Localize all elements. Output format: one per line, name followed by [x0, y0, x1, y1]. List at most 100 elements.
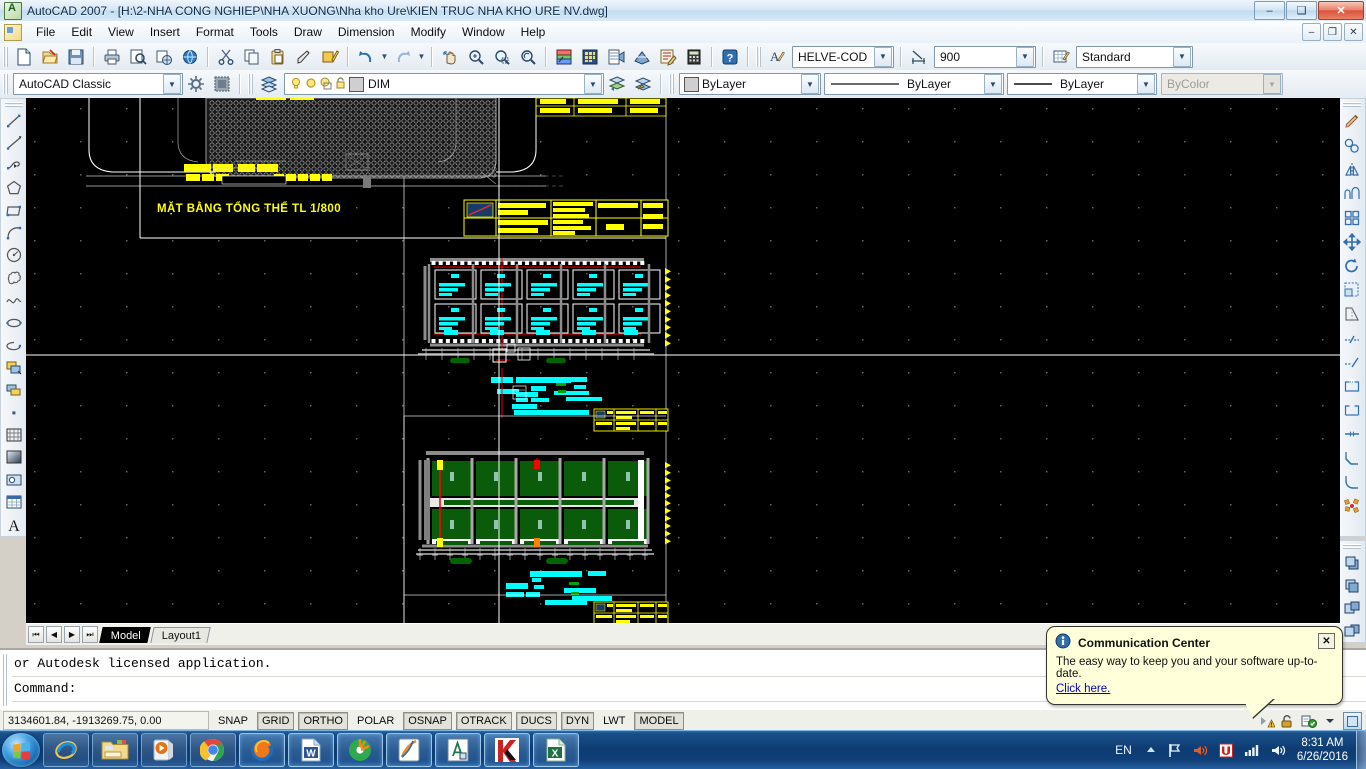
3dorbit-globe-icon[interactable] — [178, 45, 202, 69]
windows-explorer-icon[interactable] — [92, 733, 138, 767]
insert-block-icon[interactable] — [2, 356, 26, 378]
bring-to-front-icon[interactable] — [1340, 552, 1364, 575]
trim-icon[interactable] — [1340, 326, 1364, 350]
freeze-viewport-icon[interactable] — [319, 76, 333, 93]
snap-toggle[interactable]: SNAP — [213, 712, 253, 730]
multiline-text-icon[interactable]: A — [2, 514, 26, 536]
kaspersky-icon[interactable] — [484, 733, 530, 767]
dim-style-combo[interactable]: 900 ▼ — [934, 45, 1036, 68]
tray-overflow-icon[interactable] — [1322, 713, 1338, 729]
mdi-restore-button[interactable]: ❐ — [1323, 23, 1342, 41]
menu-format[interactable]: Format — [188, 23, 242, 41]
redo-icon[interactable] — [391, 45, 415, 69]
chevron-down-icon[interactable]: ▼ — [1137, 74, 1155, 94]
fillet-icon[interactable] — [1340, 470, 1364, 494]
text-style-combo[interactable]: HELVE-COD ▼ — [792, 45, 894, 68]
nero-icon[interactable] — [337, 733, 383, 767]
properties-icon[interactable] — [552, 45, 576, 69]
otrack-toggle[interactable]: OTRACK — [455, 711, 512, 730]
mirror-icon[interactable] — [1340, 158, 1364, 182]
previous-layout-button[interactable]: ◀ — [46, 626, 62, 643]
action-center-flag-icon[interactable] — [1167, 743, 1182, 758]
table-icon[interactable] — [2, 491, 26, 513]
zoom-realtime-icon[interactable] — [464, 45, 488, 69]
menu-file[interactable]: File — [28, 23, 63, 41]
make-block-icon[interactable] — [2, 379, 26, 401]
drawing-unlocked-icon[interactable] — [1280, 713, 1296, 729]
chevron-down-icon[interactable]: ▼ — [801, 74, 819, 94]
minimize-button[interactable]: – — [1254, 1, 1285, 20]
linetype-control-combo[interactable]: ByLayer ▼ — [824, 73, 1004, 95]
manage-xrefs-icon[interactable] — [1301, 713, 1317, 729]
menu-view[interactable]: View — [100, 23, 142, 41]
circle-icon[interactable] — [2, 244, 26, 266]
send-under-object-icon[interactable] — [1340, 619, 1364, 642]
command-window-grip[interactable] — [2, 654, 7, 706]
rectangle-icon[interactable] — [2, 199, 26, 221]
show-hidden-icons-arrow[interactable] — [1145, 745, 1157, 755]
redo-dropdown-arrow[interactable]: ▼ — [416, 46, 427, 68]
color-control-combo[interactable]: ByLayer ▼ — [679, 73, 821, 95]
workspace-combo[interactable]: AutoCAD Classic ▼ — [13, 73, 183, 95]
firefox-icon[interactable] — [239, 733, 285, 767]
sun-freeze-icon[interactable] — [304, 76, 318, 93]
polygon-icon[interactable] — [2, 177, 26, 199]
explode-icon[interactable] — [1340, 494, 1364, 518]
language-indicator[interactable]: EN — [1115, 743, 1132, 757]
spline-icon[interactable] — [2, 289, 26, 311]
menu-dimension[interactable]: Dimension — [330, 23, 403, 41]
draw-toolbar-grip[interactable] — [5, 102, 23, 107]
show-desktop-button[interactable] — [1356, 731, 1366, 769]
line-icon[interactable] — [2, 110, 26, 132]
close-button[interactable]: ✕ — [1318, 1, 1364, 20]
workspaces-toolbar-grip[interactable] — [3, 74, 8, 94]
erase-icon[interactable] — [1340, 110, 1364, 134]
volume-icon[interactable] — [1192, 743, 1208, 758]
copy-object-icon[interactable] — [1340, 134, 1364, 158]
balloon-close-button[interactable]: ✕ — [1318, 633, 1335, 649]
dyn-toggle[interactable]: DYN — [560, 711, 595, 730]
undo-dropdown-arrow[interactable]: ▼ — [379, 46, 390, 68]
media-player-icon[interactable] — [141, 733, 187, 767]
region-icon[interactable] — [2, 469, 26, 491]
menu-draw[interactable]: Draw — [286, 23, 330, 41]
model-toggle[interactable]: MODEL — [634, 711, 684, 730]
extend-icon[interactable] — [1340, 350, 1364, 374]
microsoft-word-icon[interactable]: W — [288, 733, 334, 767]
menu-modify[interactable]: Modify — [403, 23, 454, 41]
menu-window[interactable]: Window — [454, 23, 513, 41]
pan-icon[interactable] — [438, 45, 462, 69]
chevron-down-icon[interactable]: ▼ — [163, 74, 181, 94]
zoom-window-icon[interactable] — [490, 45, 514, 69]
draworder-toolbar-grip[interactable] — [1343, 544, 1361, 549]
lineweight-control-combo[interactable]: ByLayer ▼ — [1007, 73, 1157, 95]
drawing-canvas[interactable]: MẶT BẰNG TỔNG THỂ TL 1/800 — [26, 98, 1340, 623]
menu-edit[interactable]: Edit — [63, 23, 100, 41]
properties-toolbar-grip[interactable] — [669, 74, 674, 94]
lightbulb-on-icon[interactable] — [289, 76, 303, 93]
designcenter-icon[interactable] — [578, 45, 602, 69]
modify-toolbar-grip[interactable] — [1343, 102, 1361, 107]
menu-help[interactable]: Help — [513, 23, 554, 41]
ellipse-icon[interactable] — [2, 312, 26, 334]
table-style-icon[interactable] — [1049, 45, 1073, 69]
save-icon[interactable] — [64, 45, 88, 69]
break-icon[interactable] — [1340, 398, 1364, 422]
styles-toolbar-grip[interactable] — [756, 46, 761, 67]
help-icon[interactable]: ? — [718, 45, 742, 69]
table-style-combo[interactable]: Standard ▼ — [1076, 45, 1193, 68]
open-icon[interactable] — [38, 45, 62, 69]
restore-button[interactable]: ❑ — [1286, 1, 1317, 20]
plot-icon[interactable] — [100, 45, 124, 69]
color-swatch-icon[interactable] — [349, 76, 364, 92]
google-chrome-icon[interactable] — [190, 733, 236, 767]
tab-model[interactable]: Model — [99, 626, 151, 643]
mdi-close-button[interactable]: ✕ — [1344, 23, 1363, 41]
array-icon[interactable] — [1340, 206, 1364, 230]
revision-cloud-icon[interactable] — [2, 267, 26, 289]
rotate-icon[interactable] — [1340, 254, 1364, 278]
network-signal-icon[interactable] — [1244, 743, 1260, 757]
join-icon[interactable] — [1340, 422, 1364, 446]
make-object-layer-current-icon[interactable] — [631, 72, 655, 96]
chevron-down-icon[interactable]: ▼ — [584, 74, 602, 94]
